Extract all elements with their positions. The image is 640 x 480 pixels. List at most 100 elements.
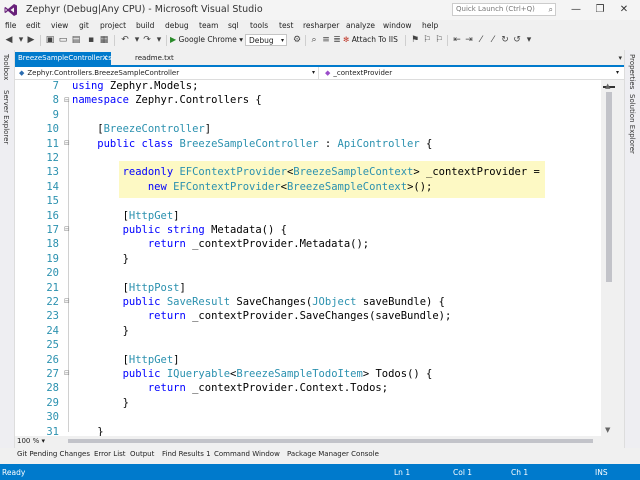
menu-tools[interactable]: tools [250,21,268,30]
find-in-files-icon[interactable]: ⌕ [309,35,319,46]
code-line: public IQueryable<BreezeSampleTodoItem> … [72,368,433,380]
comment-icon[interactable]: ≡ [321,35,331,46]
tab-package-manager-console[interactable]: Package Manager Console [287,450,379,458]
bookmark-icon[interactable]: ⚑ [410,35,420,46]
solution-configuration-select[interactable]: Debug ▾ [245,34,287,46]
code-text: : [318,137,338,150]
visual-studio-logo-icon [4,4,17,16]
code-type: BreezeSampleController [179,137,319,150]
tab-breeze-sample-controller[interactable]: BreezeSampleController.cs ✕ [15,52,112,65]
new-project-icon[interactable]: ▣ [45,35,55,46]
zoom-level-select[interactable]: 100 % ▾ [15,436,57,446]
open-folder-icon[interactable]: ▤ [71,35,81,46]
collapse-icon[interactable]: ⊟ [64,96,70,104]
tab-git-pending-changes[interactable]: Git Pending Changes [17,450,90,458]
code-keyword: public string [72,224,212,236]
nav-back-icon[interactable]: ↺ [512,35,522,46]
quick-launch-input[interactable]: Quick Launch (Ctrl+Q) ⌕ [452,3,556,16]
minimize-button[interactable]: — [566,2,586,17]
menu-window[interactable]: window [383,21,411,30]
tab-label: BreezeSampleController.cs [18,54,112,62]
attach-debugger-icon[interactable]: ⚙ [292,35,302,46]
save-all-icon[interactable]: ▦ [99,35,109,46]
collapse-icon[interactable]: ⊟ [64,369,70,377]
menu-project[interactable]: project [100,21,126,30]
code-editor[interactable]: 7 8 9 10 11 12 13 14 15 16 17 18 19 20 2… [15,80,601,436]
standard-toolbar: ◀ ▾ ▶ ▣ ▭ ▤ ▪ ▦ ↶ ▾ ↷ ▾ ▶ Google Chrome … [0,32,640,50]
redo-icon[interactable]: ↷ [142,35,152,46]
tab-output[interactable]: Output [130,450,154,458]
open-file-icon[interactable]: ▭ [58,35,68,46]
solution-explorer-tab[interactable]: Solution Explorer [628,94,636,154]
code-line: } [72,396,129,409]
prev-bookmark-icon[interactable]: ⚐ [422,35,432,46]
code-keyword: public [72,296,167,308]
redo-dropdown-icon[interactable]: ▾ [154,35,164,46]
collapse-icon[interactable]: ⊟ [64,139,70,147]
tab-error-list[interactable]: Error List [94,450,126,458]
menu-build[interactable]: build [136,21,154,30]
server-explorer-tab[interactable]: Server Explorer [2,90,10,144]
tab-readme[interactable]: readme.txt [135,52,174,65]
menu-debug[interactable]: debug [165,21,189,30]
uncomment-icon[interactable]: ⁄ [488,35,498,46]
line-number: 29 [46,396,59,409]
menu-resharper[interactable]: resharper [303,21,339,30]
menu-file[interactable]: file [5,21,16,30]
class-icon: ◆ [19,69,25,77]
collapse-icon[interactable]: ⊟ [64,297,70,305]
next-bookmark-icon[interactable]: ⚐ [434,35,444,46]
tab-find-results[interactable]: Find Results 1 [162,450,211,458]
dropdown-arrow-icon[interactable]: ▾ [16,35,26,46]
scrollbar-thumb[interactable] [606,92,612,282]
menu-sql[interactable]: sql [228,21,239,30]
code-text: _contextProvider.Metadata(); [192,238,370,251]
code-text: > _contextProvider = [413,166,540,179]
refresh-icon[interactable]: ↻ [500,35,510,46]
collapse-icon[interactable]: ⊟ [64,225,70,233]
outdent-icon[interactable]: ⇤ [452,35,462,46]
attach-to-iis-button[interactable]: ✻ Attach To IIS [343,35,398,44]
properties-tab[interactable]: Properties [628,54,636,89]
undo-icon[interactable]: ↶ [120,35,130,46]
scrollbar-thumb[interactable] [68,439,593,443]
toolbox-tab[interactable]: Toolbox [2,54,10,80]
close-button[interactable]: ✕ [614,2,634,17]
scroll-up-icon[interactable]: ▲ [605,82,610,90]
navigation-bar: ◆ Zephyr.Controllers.BreezeSampleControll… [15,67,624,80]
status-text: Ready [2,468,26,477]
toolbar-separator [40,35,41,46]
vertical-scrollbar[interactable]: ▲ ▼ [601,80,617,436]
line-number: 23 [46,310,59,323]
undo-dropdown-icon[interactable]: ▾ [132,35,142,46]
start-debugging-button[interactable]: ▶ Google Chrome ▾ [170,35,243,44]
line-number: 14 [46,180,59,193]
close-icon[interactable]: ✕ [102,52,108,65]
menu-team[interactable]: team [199,21,218,30]
restore-button[interactable]: ❐ [590,2,610,17]
code-text: [ [72,123,104,136]
back-icon[interactable]: ◀ [4,35,14,46]
menu-analyze[interactable]: analyze [346,21,375,30]
tab-command-window[interactable]: Command Window [214,450,280,458]
toolbar-separator [405,35,406,46]
code-line: } [72,324,129,337]
horizontal-scrollbar[interactable] [60,437,601,445]
menu-help[interactable]: help [422,21,438,30]
menu-test[interactable]: test [279,21,293,30]
member-dropdown[interactable]: ◆ _contextProvider ▾ [321,67,622,79]
line-number: 30 [46,411,59,424]
zoom-value: 100 % [17,437,40,445]
toolbar-overflow-icon[interactable]: ▾ [524,35,534,46]
comment-out-icon[interactable]: ⁄ [476,35,486,46]
menu-edit[interactable]: edit [26,21,40,30]
forward-icon[interactable]: ▶ [26,35,36,46]
save-icon[interactable]: ▪ [86,35,96,46]
format-icon[interactable]: ≣ [332,35,342,46]
type-dropdown[interactable]: ◆ Zephyr.Controllers.BreezeSampleControll… [15,67,319,79]
menu-view[interactable]: view [51,21,68,30]
indent-icon[interactable]: ⇥ [464,35,474,46]
menu-git[interactable]: git [79,21,89,30]
tab-list-dropdown-icon[interactable]: ▾ [618,52,622,65]
scroll-down-icon[interactable]: ▼ [605,426,610,434]
